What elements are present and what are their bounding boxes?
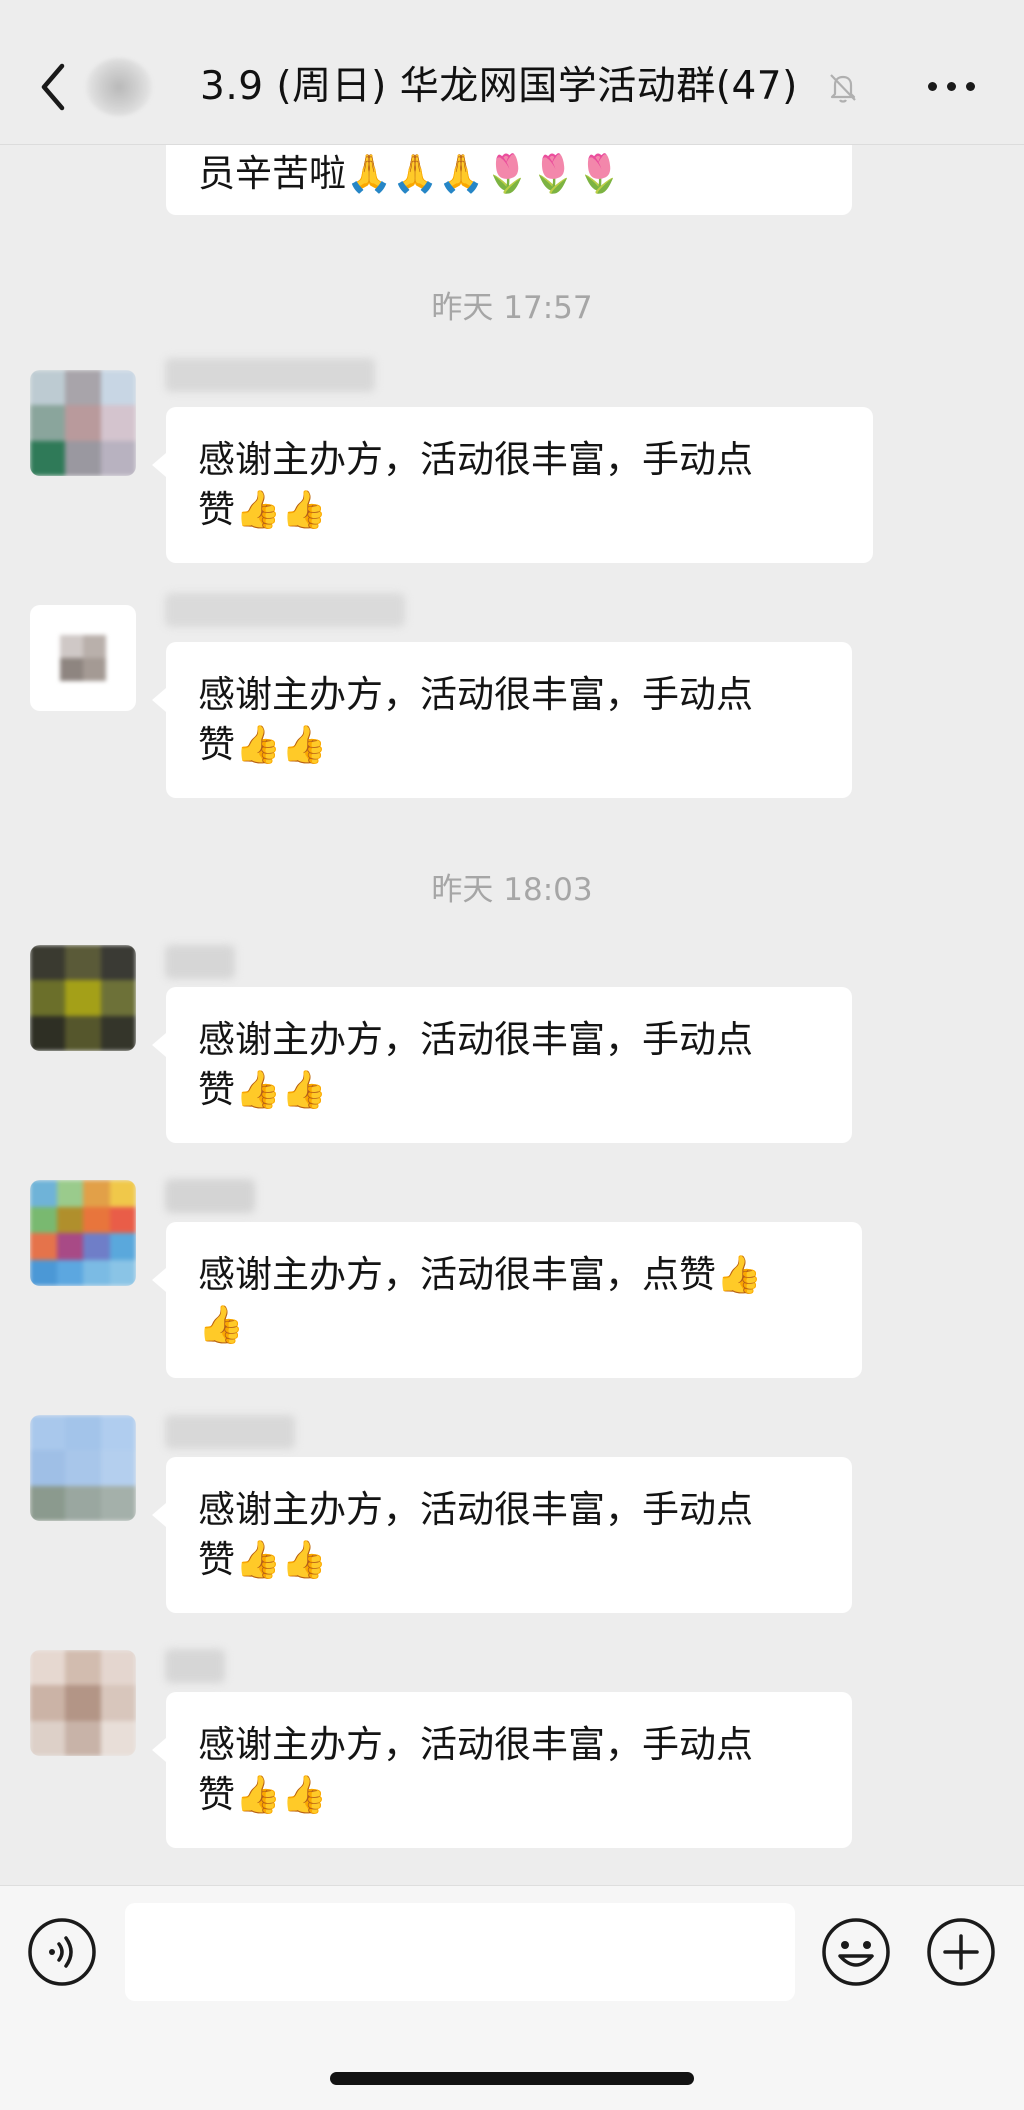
message-text: 感谢主办方，活动很丰富，手动点 bbox=[198, 1488, 753, 1531]
dot-icon bbox=[928, 82, 937, 91]
sender-name-blurred bbox=[165, 1179, 255, 1213]
voice-icon bbox=[28, 1918, 96, 1986]
bubble-tail bbox=[152, 688, 166, 712]
message-text: 感谢主办方，活动很丰富，手动点 bbox=[198, 1018, 753, 1061]
chat-header: 3.9 (周日) 华龙网国学活动群(47) bbox=[0, 0, 1024, 145]
message-bubble[interactable]: 感谢主办方，活动很丰富，手动点 赞👍👍 bbox=[152, 642, 852, 798]
avatar[interactable] bbox=[30, 605, 136, 711]
sender-name-blurred bbox=[165, 1649, 225, 1683]
message-text: 感谢主办方，活动很丰富，手动点 bbox=[198, 438, 753, 481]
avatar[interactable] bbox=[30, 1415, 136, 1521]
plus-icon bbox=[927, 1918, 995, 1986]
chevron-left-icon bbox=[41, 63, 65, 111]
timestamp: 昨天 17:57 bbox=[431, 290, 593, 326]
message-list[interactable]: 员辛苦啦🙏🙏🙏🌷🌷🌷 昨天 17:57 感谢主办方，活动很丰富，手动点 赞👍👍 … bbox=[0, 145, 1024, 1885]
message-bubble[interactable]: 感谢主办方，活动很丰富，点赞👍 👍 bbox=[152, 1222, 862, 1378]
input-bar bbox=[0, 1885, 1024, 2110]
message-text: 赞👍👍 bbox=[198, 1773, 328, 1816]
sender-name-blurred bbox=[165, 1415, 295, 1449]
bubble-tail bbox=[152, 1033, 166, 1057]
message-text: 赞👍👍 bbox=[198, 488, 328, 531]
sender-name-blurred bbox=[165, 593, 405, 627]
more-options-button[interactable] bbox=[928, 80, 976, 94]
emoji-icon bbox=[822, 1918, 890, 1986]
message-bubble[interactable]: 感谢主办方，活动很丰富，手动点 赞👍👍 bbox=[152, 407, 873, 563]
avatar[interactable] bbox=[30, 945, 136, 1051]
message-text: 赞👍👍 bbox=[198, 723, 328, 766]
sender-name-blurred bbox=[165, 945, 235, 979]
dot-icon bbox=[947, 82, 956, 91]
back-button[interactable] bbox=[38, 62, 68, 112]
message-text: 员辛苦啦🙏🙏🙏🌷🌷🌷 bbox=[198, 152, 623, 195]
dot-icon bbox=[966, 82, 975, 91]
avatar[interactable] bbox=[30, 1180, 136, 1286]
avatar[interactable] bbox=[30, 370, 136, 476]
sender-name-blurred bbox=[165, 358, 375, 392]
message-text: 赞👍👍 bbox=[198, 1538, 328, 1581]
message-bubble[interactable]: 感谢主办方，活动很丰富，手动点 赞👍👍 bbox=[152, 1457, 852, 1613]
bubble-tail bbox=[152, 1268, 166, 1292]
mute-bell-icon bbox=[830, 74, 856, 103]
group-avatar[interactable] bbox=[86, 58, 152, 116]
message-text: 👍 bbox=[198, 1303, 245, 1346]
chat-title[interactable]: 3.9 (周日) 华龙网国学活动群(47) bbox=[200, 58, 798, 116]
message-text: 感谢主办方，活动很丰富，点赞👍 bbox=[198, 1253, 763, 1296]
bubble-tail bbox=[152, 1503, 166, 1527]
more-actions-button[interactable] bbox=[925, 1916, 997, 1988]
home-indicator bbox=[330, 2072, 694, 2085]
message-input[interactable] bbox=[125, 1903, 795, 2001]
message-text: 感谢主办方，活动很丰富，手动点 bbox=[198, 1723, 753, 1766]
message-text: 赞👍👍 bbox=[198, 1068, 328, 1111]
bubble-tail bbox=[152, 1738, 166, 1762]
timestamp: 昨天 18:03 bbox=[431, 872, 593, 908]
message-bubble[interactable]: 感谢主办方，活动很丰富，手动点 赞👍👍 bbox=[152, 1692, 852, 1848]
message-text: 感谢主办方，活动很丰富，手动点 bbox=[198, 673, 753, 716]
bubble-tail bbox=[152, 453, 166, 477]
voice-button[interactable] bbox=[26, 1916, 98, 1988]
emoji-button[interactable] bbox=[820, 1916, 892, 1988]
message-bubble[interactable]: 感谢主办方，活动很丰富，手动点 赞👍👍 bbox=[152, 987, 852, 1143]
message-bubble-partial[interactable]: 员辛苦啦🙏🙏🙏🌷🌷🌷 bbox=[166, 145, 852, 215]
avatar[interactable] bbox=[30, 1650, 136, 1756]
